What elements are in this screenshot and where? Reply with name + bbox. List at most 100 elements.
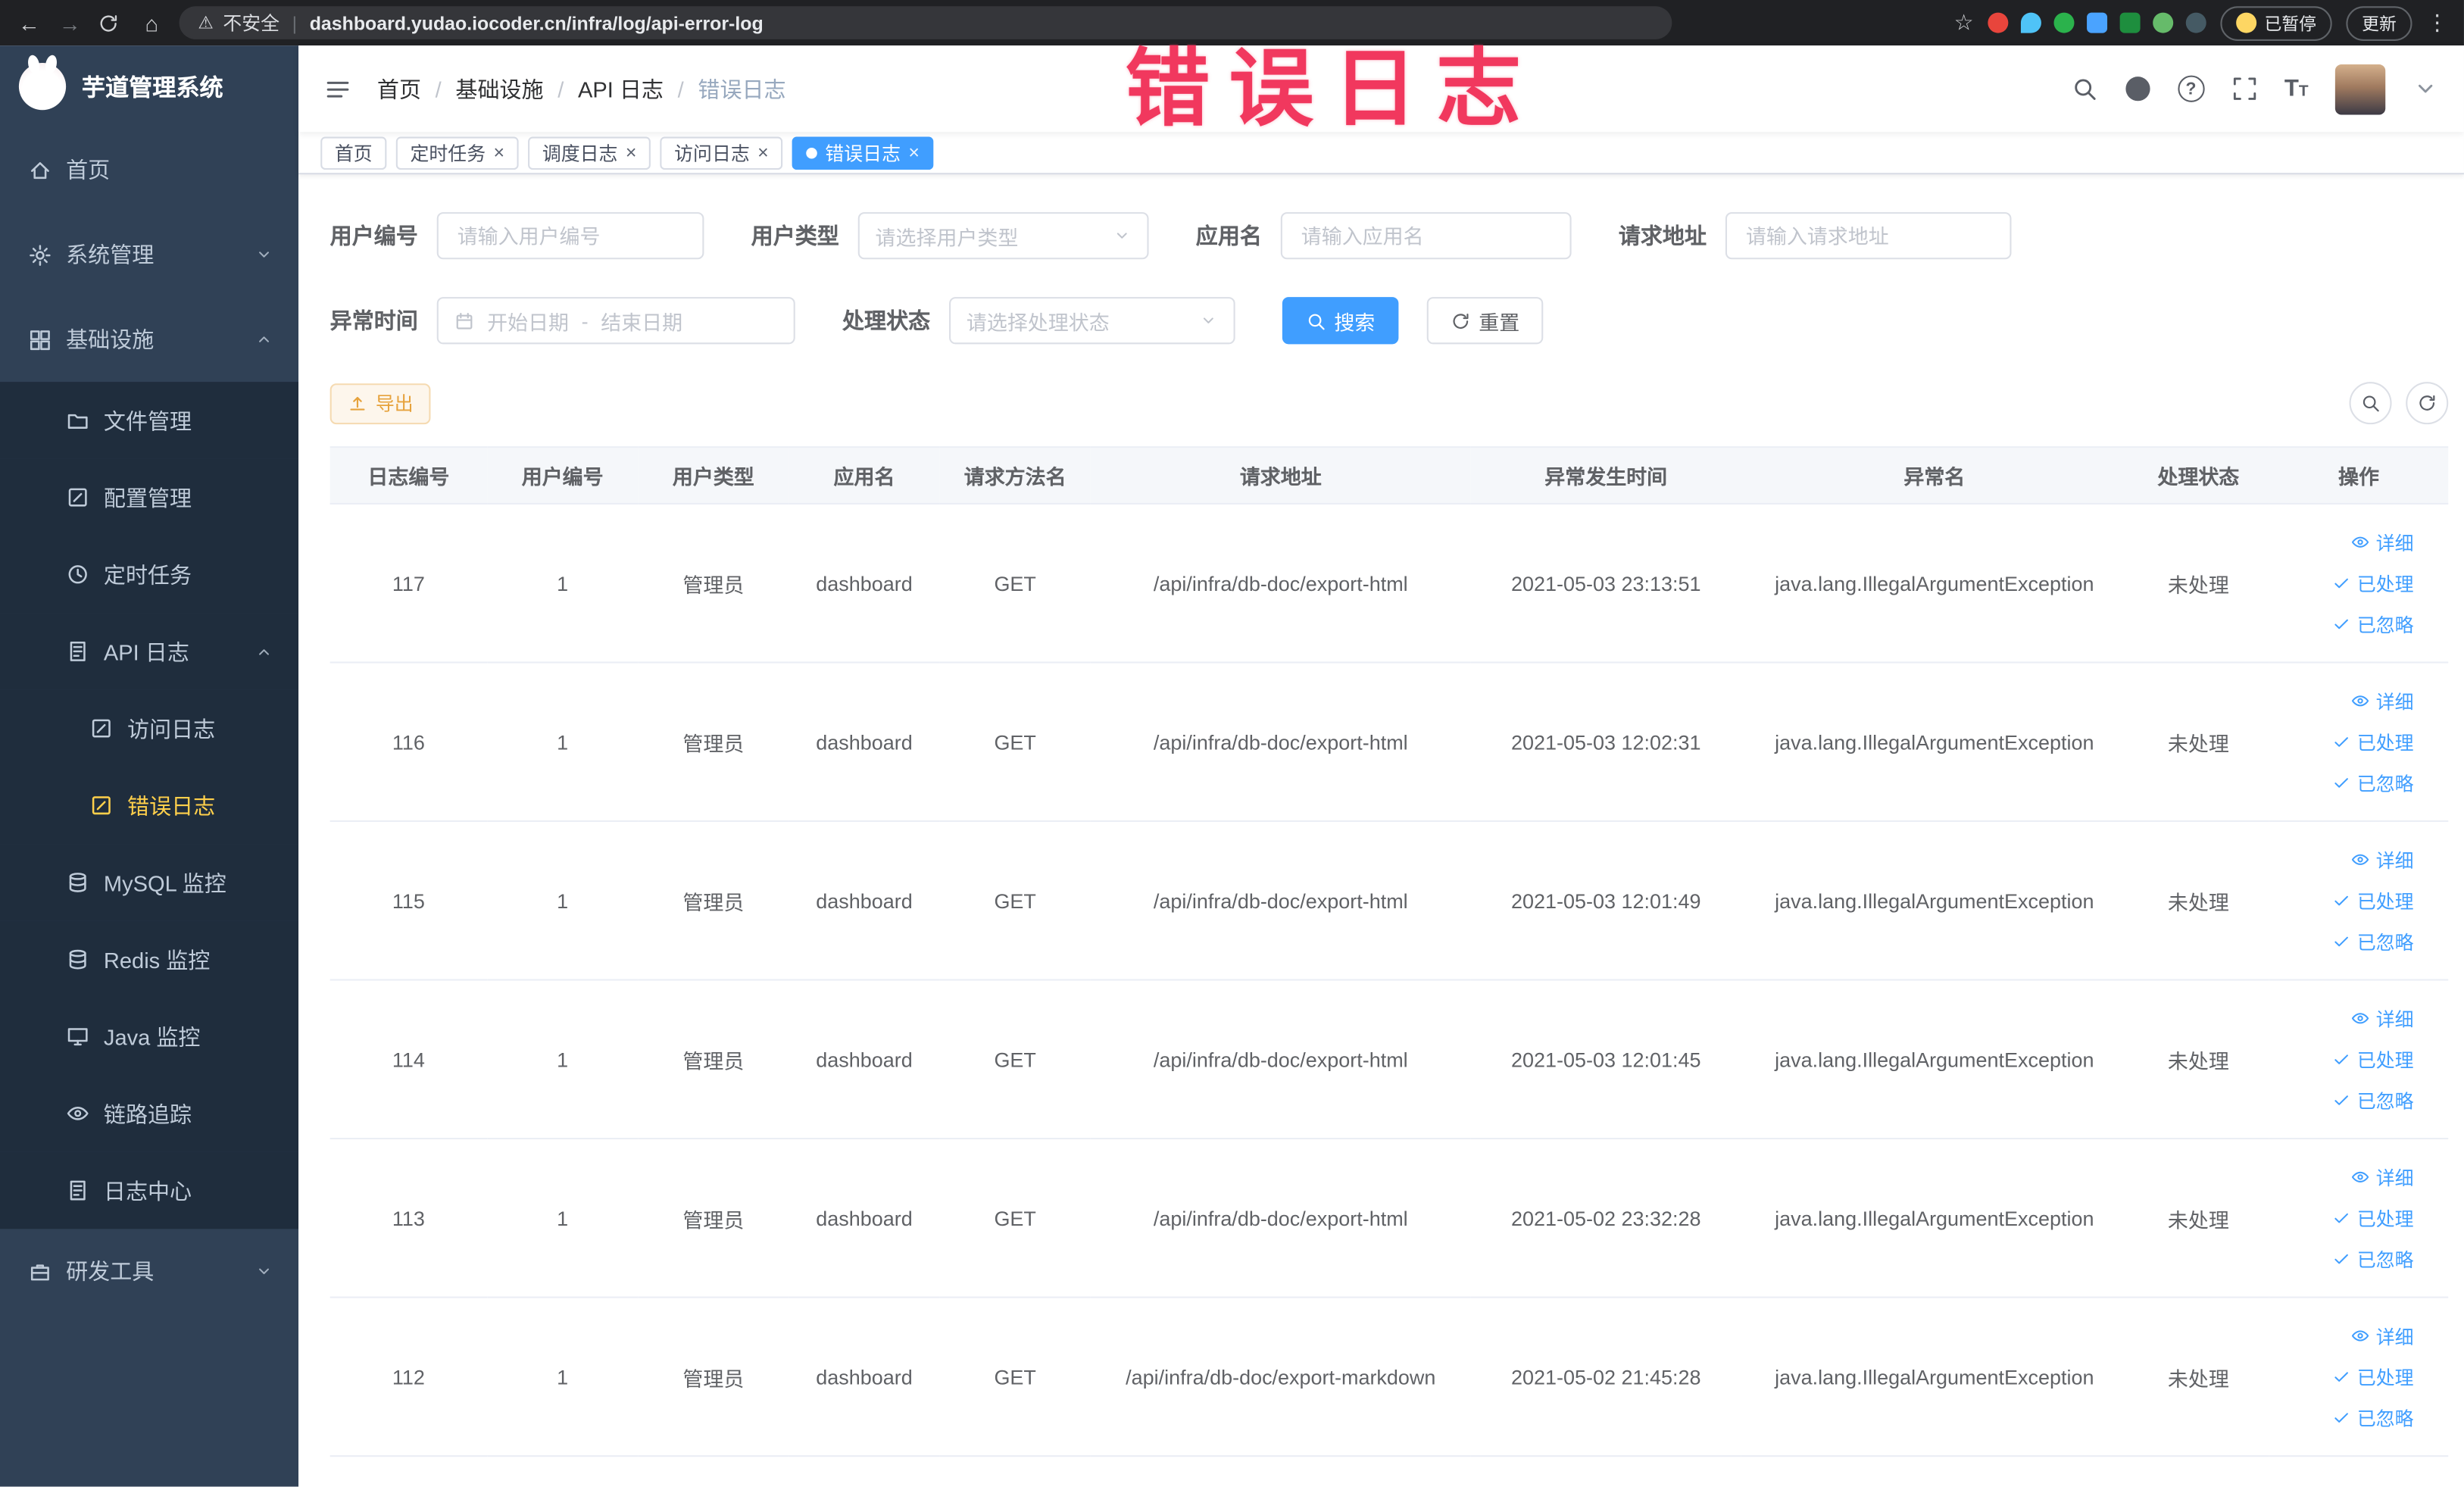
table-cell: 未处理: [2128, 1139, 2269, 1298]
user-id-input[interactable]: [436, 212, 704, 260]
mark-ignored-link[interactable]: 已忽略: [2275, 1397, 2414, 1438]
help-icon[interactable]: ?: [2177, 75, 2205, 102]
sidebar-item[interactable]: 文件管理: [0, 382, 299, 459]
eye-icon: [2351, 1167, 2370, 1186]
mark-processed-link[interactable]: 已处理: [2275, 1356, 2414, 1397]
sidebar-item[interactable]: 访问日志: [0, 689, 299, 767]
table-cell: 管理员: [638, 1297, 789, 1457]
browser-menu-icon[interactable]: ⋮: [2426, 9, 2448, 36]
paused-badge[interactable]: 已暂停: [2220, 5, 2332, 40]
detail-link[interactable]: 详细: [2275, 680, 2414, 721]
app-name-input[interactable]: [1280, 212, 1572, 260]
mark-ignored-link[interactable]: 已忽略: [2275, 762, 2414, 803]
address-bar[interactable]: ⚠ 不安全 | dashboard.yudao.iocoder.cn/infra…: [179, 6, 1672, 39]
close-icon[interactable]: ×: [757, 143, 769, 162]
mark-ignored-link[interactable]: 已忽略: [2275, 1239, 2414, 1279]
table-cell: 2021-05-02 23:32:28: [1470, 1139, 1741, 1298]
mark-processed-link[interactable]: 已处理: [2275, 880, 2414, 921]
detail-link[interactable]: 详细: [2275, 839, 2414, 880]
request-url-input[interactable]: [1725, 212, 2012, 260]
chevron-up-icon: [255, 330, 273, 349]
github-icon[interactable]: [2124, 76, 2150, 102]
toggle-search-button[interactable]: [2349, 382, 2392, 425]
sidebar-item[interactable]: 日志中心: [0, 1151, 299, 1229]
app-logo[interactable]: 芋道管理系统: [0, 45, 298, 127]
sidebar-item-label: 文件管理: [103, 408, 192, 433]
mark-processed-link[interactable]: 已处理: [2275, 1039, 2414, 1079]
mark-ignored-link[interactable]: 已忽略: [2275, 604, 2414, 645]
refresh-button[interactable]: [2406, 382, 2449, 425]
avatar[interactable]: [2334, 64, 2386, 114]
reset-button-label: 重置: [1479, 310, 1520, 334]
mark-ignored-link[interactable]: 已忽略: [2275, 1079, 2414, 1120]
tab-label: 定时任务: [410, 142, 486, 164]
close-icon[interactable]: ×: [908, 143, 920, 162]
detail-link[interactable]: 详细: [2275, 998, 2414, 1039]
breadcrumb-item[interactable]: API 日志: [578, 73, 664, 104]
search-button[interactable]: 搜索: [1282, 297, 1399, 345]
mark-processed-link[interactable]: 已处理: [2275, 721, 2414, 762]
sidebar-item[interactable]: 定时任务: [0, 536, 299, 614]
sidebar-item[interactable]: Redis 监控: [0, 920, 299, 998]
tab-active[interactable]: 错误日志 ×: [792, 136, 934, 170]
forward-icon[interactable]: →: [57, 12, 83, 34]
mark-processed-link[interactable]: 已处理: [2275, 1198, 2414, 1239]
sidebar-item[interactable]: MySQL 监控: [0, 844, 299, 921]
hamburger-icon[interactable]: [323, 75, 351, 103]
sidebar-item[interactable]: 基础设施: [0, 297, 298, 382]
font-size-icon[interactable]: T T: [2284, 77, 2309, 101]
tab-item[interactable]: 调度日志 ×: [528, 136, 651, 170]
date-range-picker[interactable]: 开始日期 - 结束日期: [436, 297, 795, 345]
browser-extension-icon[interactable]: [2020, 12, 2041, 33]
mark-processed-link[interactable]: 已处理: [2275, 563, 2414, 604]
close-icon[interactable]: ×: [626, 143, 637, 162]
user-type-select[interactable]: 请选择用户类型: [857, 212, 1149, 260]
browser-extension-icon[interactable]: [2185, 12, 2206, 33]
update-button[interactable]: 更新: [2346, 5, 2412, 40]
tab-active-dot: [806, 146, 818, 158]
breadcrumb-item[interactable]: 基础设施: [455, 73, 543, 104]
close-icon[interactable]: ×: [493, 143, 504, 162]
sidebar-item[interactable]: 研发工具: [0, 1229, 298, 1314]
browser-extension-icon[interactable]: [2119, 12, 2141, 33]
row-actions-cell: 详细 已处理 已忽略: [2269, 1297, 2449, 1457]
browser-extension-icon[interactable]: [2087, 12, 2108, 33]
sidebar-item[interactable]: 配置管理: [0, 458, 299, 536]
tab-item[interactable]: 定时任务 ×: [395, 136, 519, 170]
main-area: 首页 / 基础设施 / API 日志 / 错误日志 ? T T 首页 定时任务 × 调度日志 × 访问…: [298, 45, 2464, 1487]
search-icon[interactable]: [2071, 76, 2097, 102]
tab-item[interactable]: 首页: [320, 136, 387, 170]
sidebar-item[interactable]: 首页: [0, 127, 298, 212]
check-icon: [2332, 1249, 2351, 1268]
detail-link[interactable]: 详细: [2275, 1157, 2414, 1198]
smiley-icon: [2236, 12, 2257, 33]
sidebar-item[interactable]: 系统管理: [0, 212, 298, 297]
sidebar-item[interactable]: 错误日志: [0, 767, 299, 845]
chevron-down-icon[interactable]: [2412, 76, 2439, 102]
browser-extension-icon[interactable]: [1988, 12, 2009, 33]
fullscreen-icon[interactable]: [2231, 76, 2257, 102]
table-row: 112 1 管理员 dashboard GET/api/infra/db-doc/exp…: [329, 1297, 2449, 1457]
reset-button[interactable]: 重置: [1426, 297, 1544, 345]
breadcrumb-item[interactable]: 首页: [377, 73, 421, 104]
reload-icon[interactable]: [98, 12, 124, 34]
mark-ignored-link[interactable]: 已忽略: [2275, 921, 2414, 962]
browser-home-icon[interactable]: ⌂: [139, 12, 165, 34]
tab-label: 调度日志: [542, 142, 618, 164]
sidebar-item[interactable]: Java 监控: [0, 998, 299, 1076]
sidebar-item[interactable]: 链路追踪: [0, 1075, 299, 1152]
sidebar-item[interactable]: API 日志: [0, 613, 299, 690]
bookmark-star-icon[interactable]: ☆: [1954, 9, 1974, 36]
back-icon[interactable]: ←: [16, 12, 42, 34]
table-cell: 2021-05-03 12:02:31: [1470, 662, 1741, 823]
tab-item[interactable]: 访问日志 ×: [660, 136, 783, 170]
check-icon: [2332, 1408, 2351, 1427]
browser-extension-icon[interactable]: [2153, 12, 2174, 33]
detail-link[interactable]: 详细: [2275, 1315, 2414, 1356]
export-button[interactable]: 导出: [329, 383, 431, 424]
browser-extension-icon[interactable]: [2053, 12, 2075, 33]
detail-link[interactable]: 详细: [2275, 522, 2414, 563]
chevron-up-icon: [255, 642, 273, 661]
action-label: 详细: [2375, 1007, 2414, 1030]
process-status-select[interactable]: 请选择处理状态: [949, 297, 1235, 345]
